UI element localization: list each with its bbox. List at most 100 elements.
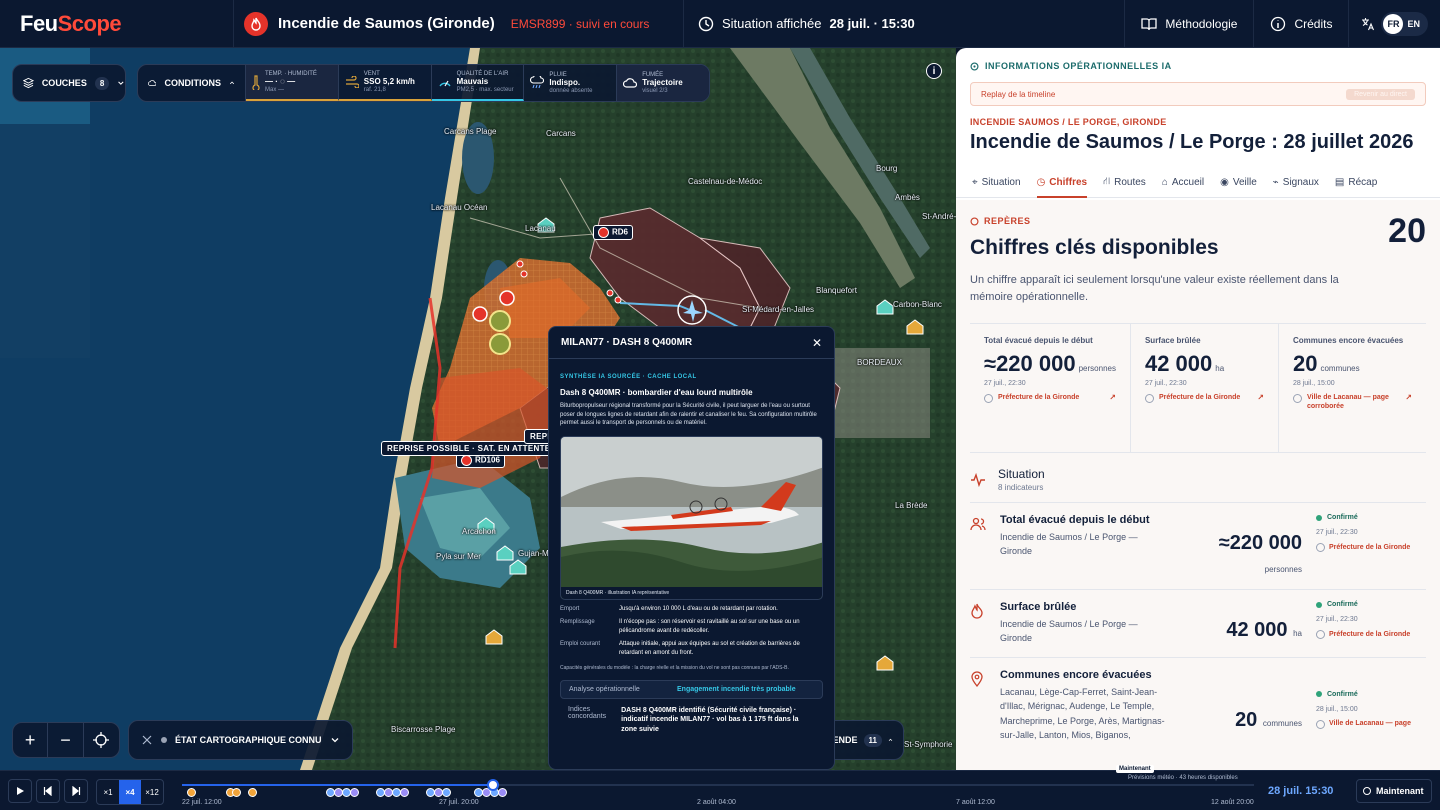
timeline-event[interactable]: [232, 788, 241, 797]
target-icon: [970, 216, 979, 226]
road-tag-rd6[interactable]: RD6: [593, 225, 634, 240]
place-label: Lacanau: [525, 224, 556, 233]
indicator-source-link[interactable]: Préfecture de la Gironde: [1316, 542, 1426, 552]
lang-en-option[interactable]: EN: [1407, 19, 1426, 29]
home-icon: ⌂: [1161, 177, 1168, 188]
tab-chiffres[interactable]: ◷ Chiffres: [1036, 168, 1087, 198]
activity-icon: [971, 472, 985, 487]
place-label: Arcachon: [462, 527, 496, 536]
info-icon: [1271, 16, 1286, 31]
tab-accueil[interactable]: ⌂ Accueil: [1162, 168, 1204, 197]
zoom-in-button[interactable]: +: [13, 722, 49, 758]
timeline-event[interactable]: [498, 788, 507, 797]
reperes-count: 20: [1388, 212, 1426, 250]
skip-back-button[interactable]: [36, 779, 60, 803]
indicator-title: Communes encore évacuées: [1000, 668, 1152, 681]
condition-wind[interactable]: VENT SSO 5,2 km/h raf. 21,8: [338, 65, 432, 101]
popup-title: MILAN77 · DASH 8 Q400MR: [561, 337, 693, 348]
tab-label: Récap: [1348, 177, 1378, 188]
indicator-source: Préfecture de la Gironde: [1329, 543, 1411, 551]
layers-button[interactable]: COUCHES 8: [12, 64, 126, 102]
condition-value: Trajectoire: [642, 78, 683, 88]
kpi-grid: Total évacué depuis le début ≈220 000 per…: [970, 323, 1426, 453]
speed-x1[interactable]: ×1: [97, 780, 119, 804]
condition-air-quality[interactable]: QUALITÉ DE L'AIR Mauvais PM2,5 · max. sect…: [431, 65, 525, 101]
indicator-unit: personnes: [1264, 565, 1302, 574]
tab-signaux[interactable]: ⌁ Signaux: [1273, 168, 1319, 197]
panel-content[interactable]: REPÈRES Chiffres clés disponibles 20 Un …: [956, 200, 1440, 770]
credits-link[interactable]: Crédits: [1253, 0, 1348, 48]
replay-banner: Replay de la timeline Revenir au direct: [970, 82, 1426, 106]
language-toggle[interactable]: FR EN: [1381, 11, 1428, 36]
timeline-event[interactable]: [442, 788, 451, 797]
language-switch[interactable]: FR EN: [1348, 0, 1440, 48]
cloud-icon: [148, 80, 157, 86]
indicator-date: 28 juil., 15:00: [1316, 705, 1358, 713]
place-label: Carbon-Blanc: [893, 300, 942, 309]
tab-label: Routes: [1114, 177, 1146, 188]
translate-icon: [1362, 17, 1375, 30]
indicator-date: 27 juil., 22:30: [1316, 529, 1358, 536]
indicator-subtitle: Incendie de Saumos / Le Porge — Gironde: [1000, 619, 1138, 644]
kpi-source-link[interactable]: Préfecture de la Gironde ↗: [984, 393, 1116, 404]
tab-recap[interactable]: ▤ Récap: [1335, 168, 1377, 197]
methodology-link[interactable]: Méthodologie: [1124, 0, 1253, 48]
play-button[interactable]: [8, 779, 32, 803]
timeline-event[interactable]: [187, 788, 196, 797]
locate-button[interactable]: [84, 722, 119, 758]
timeline-track[interactable]: [182, 779, 1254, 797]
photo-caption: Dash 8 Q400MR · illustration IA représen…: [561, 587, 822, 600]
kpi-source-link[interactable]: Préfecture de la Gironde ↗: [1144, 393, 1264, 404]
incident-title: Incendie de Saumos (Gironde): [278, 15, 495, 32]
indices-value: DASH 8 Q400MR identifié (Sécurité civile…: [621, 707, 799, 733]
spec-key: Emploi courant: [560, 641, 601, 648]
lang-fr-option[interactable]: FR: [1383, 13, 1404, 34]
close-icon[interactable]: ✕: [812, 336, 822, 350]
conditions-toggle[interactable]: CONDITIONS: [138, 65, 246, 101]
source-icon: [1316, 719, 1325, 729]
condition-sub: PM2,5 · max. secteur: [456, 86, 514, 93]
indicator-row[interactable]: Total évacué depuis le début Incendie de …: [970, 502, 1426, 589]
analysis-key: Analyse opérationnelle: [569, 686, 640, 694]
timeline-event[interactable]: [350, 788, 359, 797]
incident-header[interactable]: Incendie de Saumos (Gironde) EMSR899 · s…: [234, 0, 684, 48]
timeline-handle[interactable]: [486, 779, 499, 791]
timeline-event[interactable]: [400, 788, 409, 797]
speed-x4[interactable]: ×4: [119, 780, 141, 804]
chevron-down-icon: [331, 738, 339, 743]
brand-logo[interactable]: Feu Scope: [0, 0, 234, 48]
speed-x12[interactable]: ×12: [141, 780, 163, 804]
condition-sub: Max —: [265, 86, 285, 93]
zoom-out-button[interactable]: −: [48, 722, 84, 758]
state-dot: [161, 737, 167, 743]
situation-header: Situation 8 indicateurs: [970, 467, 1426, 492]
indicator-source-link[interactable]: Préfecture de la Gironde: [1316, 629, 1426, 639]
play-icon: [17, 787, 24, 795]
indices-key: Indices concordants: [568, 706, 607, 721]
analysis-value: Engagement incendie très probable: [677, 686, 796, 694]
now-button[interactable]: Maintenant: [1356, 779, 1432, 803]
skip-forward-button[interactable]: [64, 779, 88, 803]
map-info-icon[interactable]: i: [926, 63, 942, 79]
condition-temperature[interactable]: TEMP. · HUMIDITÉ — · ◌ — Max —: [246, 65, 339, 101]
indicator-row[interactable]: Communes encore évacuées Lacanau, Lège-Ca…: [970, 656, 1426, 754]
condition-rain[interactable]: PLUIE Indispo. donnée absente: [524, 65, 618, 101]
map-state-button[interactable]: ÉTAT CARTOGRAPHIQUE CONNU: [128, 720, 353, 760]
kpi-unit: ha: [1215, 363, 1225, 373]
kpi-source: Préfecture de la Gironde: [998, 393, 1080, 401]
indicator-source-link[interactable]: Ville de Lacanau — page: [1316, 719, 1426, 729]
tab-veille[interactable]: ◉ Veille: [1220, 168, 1257, 197]
chevron-down-icon: [118, 81, 124, 85]
reperes-label: REPÈRES: [984, 216, 1031, 226]
condition-value: Indispo.: [549, 78, 581, 88]
back-to-live-button[interactable]: Revenir au direct: [1346, 88, 1415, 100]
tab-situation[interactable]: ⌖ Situation: [972, 168, 1021, 197]
kpi-source-link[interactable]: Ville de Lacanau — page corroborée ↗: [1292, 393, 1412, 412]
zoom-controls: + −: [12, 722, 120, 758]
condition-smoke[interactable]: FUMÉE Trajectoire visuel 2/3: [617, 65, 709, 101]
condition-value: Mauvais: [456, 77, 489, 87]
timeline-event[interactable]: [248, 788, 257, 797]
indicator-row[interactable]: Surface brûlée Incendie de Saumos / Le Po…: [970, 589, 1426, 657]
tab-routes[interactable]: ⛙ Routes: [1103, 168, 1146, 197]
aircraft-photo: Dash 8 Q400MR · illustration IA représen…: [560, 436, 823, 601]
